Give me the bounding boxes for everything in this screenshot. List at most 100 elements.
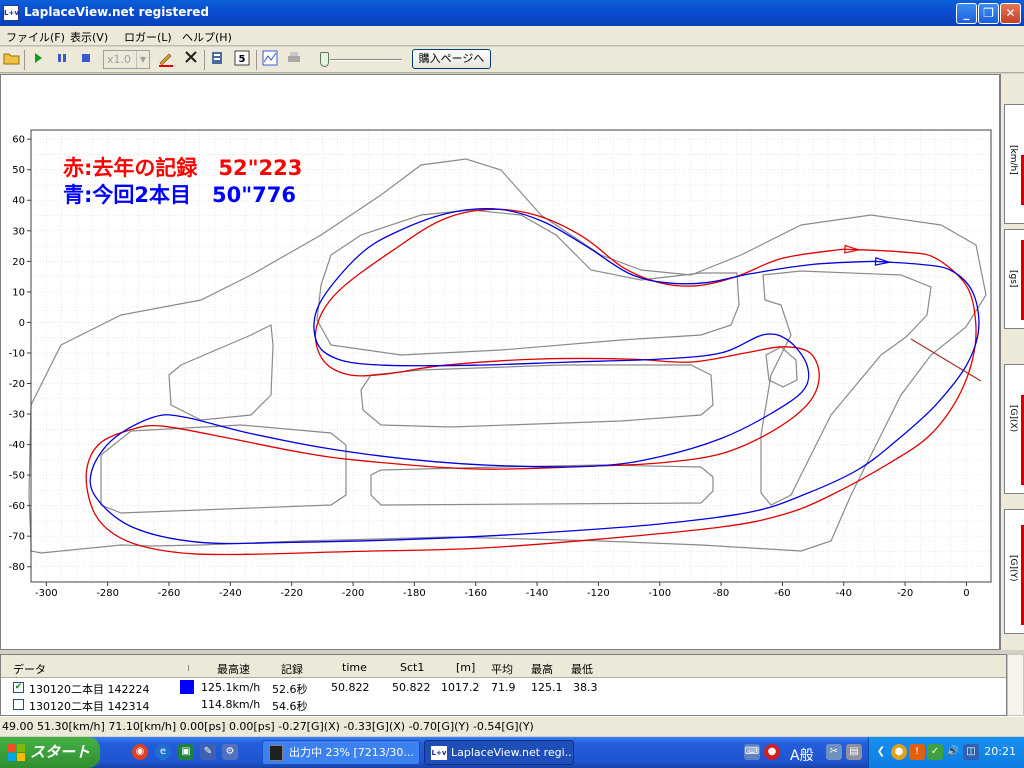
track-inner-island [168,324,274,421]
record-icon[interactable]: ● [764,744,780,760]
series-red-line [85,208,977,556]
col-header-sct1[interactable]: Sct1 [400,661,424,674]
volume-icon[interactable]: 🔊 [945,744,961,760]
play-icon[interactable] [28,50,48,70]
track-map-svg: -300 -280 -260 -240 -220 -200 -180 -160 -140 -120… [9,129,992,599]
col-header-min[interactable]: 最低 [571,661,593,677]
app-icon: L+v [3,5,19,21]
pen-icon[interactable] [156,50,176,70]
x-tick-label: -160 [464,588,487,599]
track-inner-island [370,464,714,506]
track-inner-island [360,364,714,428]
tray-app-icon[interactable]: ● [891,744,907,760]
ime-indicator[interactable]: A般 [790,745,814,765]
tray-security-icon[interactable]: ✓ [927,744,943,760]
close-button[interactable]: ✕ [1000,3,1021,24]
speed-axis-label: [km/h] [1008,145,1018,175]
col-header-color[interactable]: ı [187,661,190,674]
graph-icon[interactable] [260,50,280,70]
section-icon[interactable]: 5 [232,50,252,70]
legend-red-label: 赤:去年の記録 52"223 [63,156,302,180]
col-header-top-speed[interactable]: 最高速 [217,661,250,677]
tray-network-icon[interactable]: ◫ [963,744,979,760]
stop-icon[interactable] [76,50,96,70]
disk-icon[interactable]: ▤ [846,744,862,760]
task-export-progress[interactable]: 出力中 23% [7213/30... [262,740,420,765]
task-label: 出力中 23% [7213/30... [289,746,414,759]
row-top-speed: 114.8km/h [201,698,261,711]
lap-data-table: データ ı 最高速 記録 time Sct1 [m] 平均 最高 最低 ✔ 13… [0,654,1007,716]
col-header-record[interactable]: 記録 [281,661,303,677]
x-tick-label: -140 [526,588,549,599]
tray-update-icon[interactable]: ! [909,744,925,760]
row-distance: 1017.2 [441,681,480,694]
gy-mini-graph[interactable]: [G](Y) [1004,509,1024,634]
x-tick-label: -20 [897,588,913,599]
col-header-time[interactable]: time [342,661,367,674]
ie-icon[interactable]: e [155,744,171,760]
track-outer-boundary [28,158,987,554]
restore-button[interactable]: ❐ [978,3,999,24]
y-tick-label: -50 [9,471,25,482]
y-tick-label: 20 [12,257,25,268]
export-icon[interactable] [208,50,228,70]
speed-select[interactable]: x1.0 ▼ [103,50,150,69]
x-tick-label: -200 [342,588,365,599]
x-tick-label: -180 [403,588,426,599]
y-tick-label: -30 [9,410,25,421]
x-tick-label: -240 [219,588,242,599]
col-header-avg[interactable]: 平均 [491,661,513,677]
chevron-down-icon: ▼ [136,51,149,68]
y-tick-label: 30 [12,226,25,237]
pause-icon[interactable] [52,50,72,70]
row-checkbox[interactable]: ✔ [13,682,24,693]
menu-view[interactable]: 表示(V) [70,29,108,45]
row-color-swatch[interactable] [180,680,194,694]
start-label: スタート [30,743,91,761]
playback-slider-thumb[interactable] [320,52,329,67]
buy-page-button[interactable]: 購入ページへ [412,49,491,69]
minimize-button[interactable]: _ [956,3,977,24]
start-button[interactable]: スタート [0,737,100,768]
y-tick-label: 50 [12,165,25,176]
y-tick-label: 40 [12,196,25,207]
table-row[interactable]: ✔ 130120二本目 142314 114.8km/h 54.6秒 [1,696,1006,713]
speed-mini-graph[interactable]: [km/h] [1004,104,1024,224]
svg-text:5: 5 [239,54,246,65]
menu-help[interactable]: ヘルプ(H) [182,29,232,45]
y-tick-label: -70 [9,532,25,543]
row-time: 50.822 [331,681,370,694]
col-header-max[interactable]: 最高 [531,661,553,677]
app-quicklaunch-icon[interactable]: ▣ [178,744,194,760]
task-laplaceview[interactable]: L+v LaplaceView.net regi... [424,740,574,765]
gs-mini-graph[interactable]: [gs] [1004,229,1024,329]
table-row[interactable]: ✔ 130120二本目 142224 125.1km/h 52.6秒 50.82… [1,679,1006,696]
y-tick-label: 60 [12,135,25,146]
x-tick-label: -80 [713,588,729,599]
open-folder-icon[interactable] [2,50,22,70]
delete-x-icon[interactable] [181,50,201,70]
chrome-icon[interactable]: ◉ [132,744,148,760]
tool-quicklaunch-icon[interactable]: ✎ [200,744,216,760]
x-tick-label: -40 [836,588,852,599]
menu-file[interactable]: ファイル(F) [6,29,65,45]
row-name: 130120二本目 142224 [29,683,150,696]
row-checkbox[interactable]: ✔ [13,699,24,710]
col-header-distance[interactable]: [m] [456,661,475,674]
speed-value: x1.0 [107,53,132,66]
side-graphs-panel: [km/h] [gs] [G](X) [G](Y) [1000,74,1024,650]
playback-slider-track[interactable] [330,59,402,61]
x-tick-label: -60 [774,588,790,599]
track-map-chart[interactable]: -300 -280 -260 -240 -220 -200 -180 -160 -140 -120… [0,74,1000,650]
tool-icon[interactable]: ✂ [826,744,842,760]
keyboard-icon[interactable]: ⌨ [744,744,760,760]
settings-quicklaunch-icon[interactable]: ⚙ [222,744,238,760]
table-scrollbar[interactable] [1007,654,1024,716]
track-inner-island [100,424,347,514]
menu-logger[interactable]: ロガー(L) [124,29,172,45]
col-header-data[interactable]: データ [13,661,46,677]
gx-mini-graph[interactable]: [G](X) [1004,364,1024,494]
tray-expand-icon[interactable]: ❮ [873,744,889,760]
gy-axis-label: [G](Y) [1008,555,1018,582]
y-tick-label: -60 [9,501,25,512]
